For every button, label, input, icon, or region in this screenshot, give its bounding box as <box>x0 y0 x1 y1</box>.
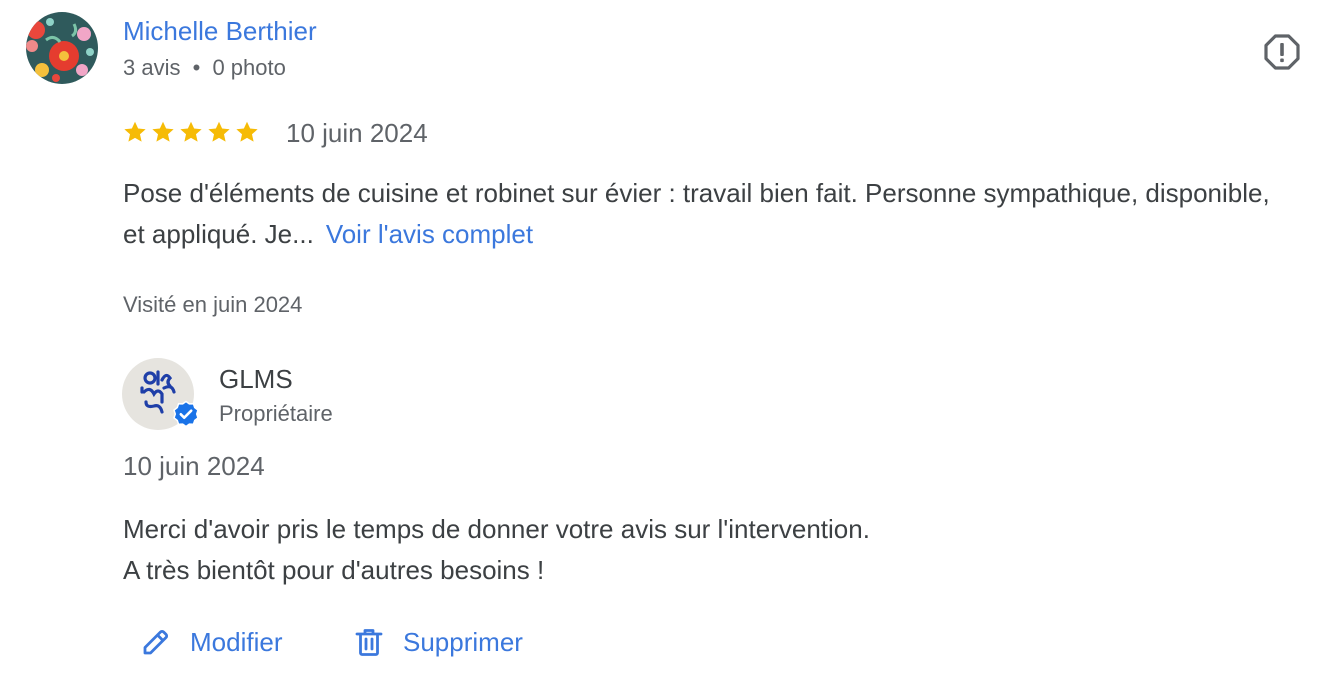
review-text: Pose d'éléments de cuisine et robinet su… <box>123 173 1283 255</box>
star-icon <box>208 121 230 142</box>
delete-label: Supprimer <box>403 626 523 657</box>
trash-icon <box>355 629 383 656</box>
owner-name: GLMS <box>219 364 293 394</box>
reviewer-avatar[interactable] <box>26 12 98 84</box>
visited-date: Visité en juin 2024 <box>123 292 303 317</box>
edit-label: Modifier <box>190 626 283 657</box>
reviewer-name[interactable]: Michelle Berthier <box>123 14 317 48</box>
response-line: A très bientôt pour d'autres besoins ! <box>123 555 545 585</box>
response-text: Merci d'avoir pris le temps de donner vo… <box>123 509 1223 591</box>
edit-response-button[interactable]: Modifier <box>140 620 282 664</box>
delete-response-button[interactable]: Supprimer <box>353 620 523 664</box>
star-icon <box>124 121 146 142</box>
verified-badge-icon <box>173 400 199 428</box>
star-icon <box>180 121 202 142</box>
pencil-icon <box>143 629 169 655</box>
meta-separator: • <box>192 55 201 80</box>
read-full-review-link[interactable]: Voir l'avis complet <box>326 219 533 249</box>
owner-avatar <box>122 358 199 430</box>
reviews-count: 3 avis <box>123 55 181 80</box>
report-review-button[interactable] <box>1262 33 1302 73</box>
report-flag-icon <box>1264 34 1300 70</box>
owner-role: Propriétaire <box>219 401 333 426</box>
photos-count: 0 photo <box>212 55 286 80</box>
star-icon <box>236 121 258 142</box>
star-icon <box>152 121 174 142</box>
response-date: 10 juin 2024 <box>123 451 265 481</box>
floral-avatar-icon <box>26 12 98 84</box>
star-rating <box>122 118 260 148</box>
reviewer-meta: 3 avis • 0 photo <box>123 54 286 82</box>
review-date: 10 juin 2024 <box>286 118 428 148</box>
response-line: Merci d'avoir pris le temps de donner vo… <box>123 514 870 544</box>
review-body: Pose d'éléments de cuisine et robinet su… <box>123 178 1270 249</box>
